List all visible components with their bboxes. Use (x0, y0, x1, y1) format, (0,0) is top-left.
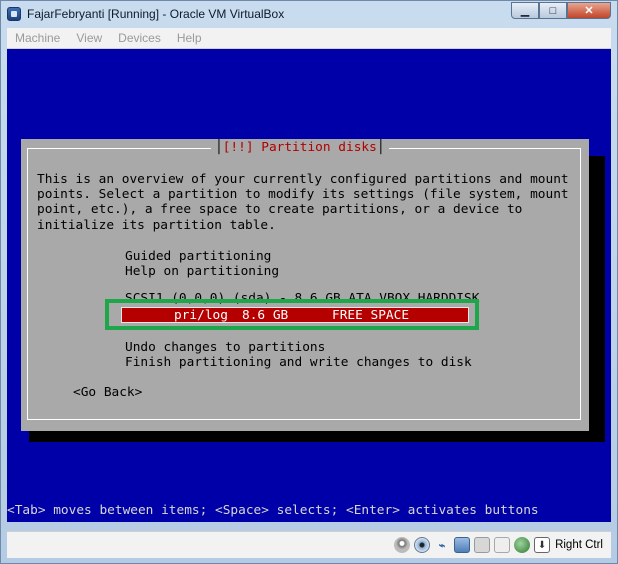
dialog-description: This is an overview of your currently co… (37, 172, 569, 233)
option-disk-sda[interactable]: SCSI1 (0,0,0) (sda) - 8.6 GB ATA VBOX HA… (125, 291, 479, 306)
option-help-on-partitioning[interactable]: Help on partitioning (125, 264, 279, 279)
window-controls: ▁ □ ✕ (511, 2, 611, 20)
menu-help[interactable]: Help (177, 31, 202, 45)
usb-icon[interactable]: ⌁ (434, 537, 450, 553)
partition-label: FREE SPACE (332, 308, 410, 323)
window-title: FajarFebryanti [Running] - Oracle VM Vir… (27, 7, 285, 21)
hard-disk-icon[interactable] (394, 537, 411, 553)
vm-display[interactable]: [!!] Partition disks This is an overview… (7, 49, 611, 522)
host-key-label: Right Ctrl (555, 539, 603, 551)
shared-folders-icon[interactable] (474, 537, 491, 553)
option-undo-changes[interactable]: Undo changes to partitions (125, 340, 325, 355)
option-guided-partitioning[interactable]: Guided partitioning (125, 249, 271, 264)
network-icon[interactable] (454, 537, 471, 553)
maximize-button[interactable]: □ (539, 2, 567, 19)
minimize-button[interactable]: ▁ (511, 2, 539, 19)
partition-size: 8.6 GB (242, 308, 289, 323)
mouse-integration-icon[interactable] (514, 537, 531, 553)
close-button[interactable]: ✕ (567, 2, 611, 19)
status-icons: ⌁ ⬇ Right Ctrl (390, 535, 603, 555)
menu-machine[interactable]: Machine (15, 31, 60, 45)
description-line: points. Select a partition to modify its… (37, 187, 569, 203)
description-line: This is an overview of your currently co… (37, 172, 569, 187)
partition-disks-dialog: [!!] Partition disks This is an overview… (21, 139, 589, 431)
option-finish-partitioning[interactable]: Finish partitioning and write changes to… (125, 355, 472, 370)
description-line: initialize its partition table. (37, 217, 276, 233)
video-capture-icon[interactable] (494, 537, 511, 553)
status-bar: ⌁ ⬇ Right Ctrl (7, 531, 611, 558)
menu-bar: Machine View Devices Help (7, 28, 611, 49)
title-bar: FajarFebryanti [Running] - Oracle VM Vir… (1, 1, 617, 27)
host-key-icon: ⬇ (534, 537, 551, 553)
option-free-space-selected[interactable]: pri/log 8.6 GB FREE SPACE (121, 307, 469, 323)
dialog-title-text: [!!] Partition disks (222, 140, 377, 155)
description-line: point, etc.), a free space to create par… (37, 202, 523, 218)
virtualbox-window: FajarFebryanti [Running] - Oracle VM Vir… (0, 0, 618, 564)
partition-type: pri/log (174, 308, 228, 323)
keyboard-help-line: <Tab> moves between items; <Space> selec… (7, 503, 539, 518)
menu-devices[interactable]: Devices (118, 31, 161, 45)
menu-view[interactable]: View (76, 31, 102, 45)
go-back-button[interactable]: <Go Back> (73, 385, 142, 400)
optical-drive-icon[interactable] (414, 537, 431, 553)
virtualbox-app-icon (7, 7, 21, 21)
dialog-title: [!!] Partition disks (211, 140, 389, 156)
